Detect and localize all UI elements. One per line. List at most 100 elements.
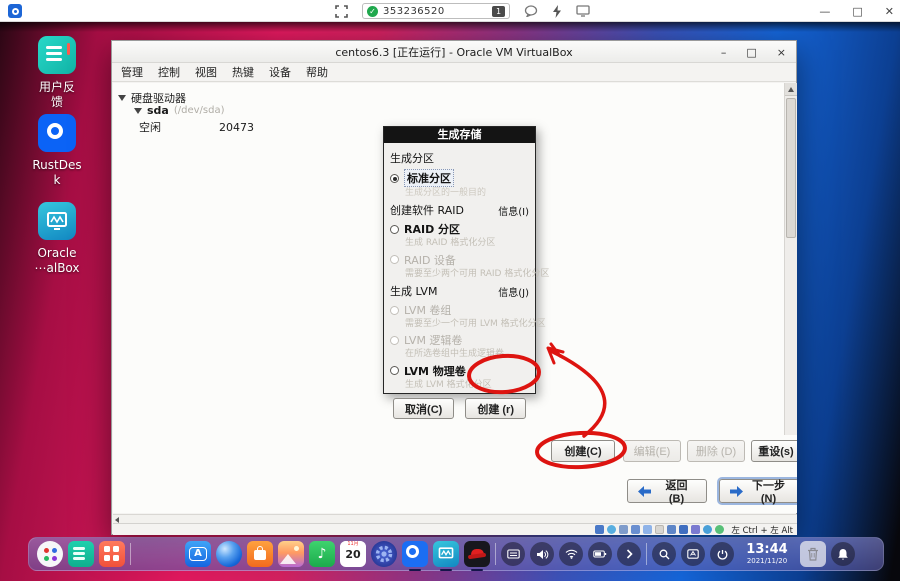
reset-button[interactable]: 重设(s): [751, 440, 797, 462]
launcher-icon[interactable]: [37, 541, 63, 567]
menu-hotkeys[interactable]: 热键: [232, 64, 254, 80]
radio-icon[interactable]: [390, 173, 399, 183]
window-titlebar[interactable]: centos6.3 [正在运行] - Oracle VM VirtualBox …: [112, 41, 796, 63]
search-tray-icon[interactable]: [652, 542, 676, 566]
browser-icon[interactable]: [216, 541, 242, 567]
notification-bell-icon[interactable]: [831, 542, 855, 566]
next-button[interactable]: 下一步 (N): [719, 479, 797, 505]
desktop-icon-virtualbox[interactable]: Oracle ⋯alBox: [18, 202, 96, 276]
vbox-maximize-button[interactable]: □: [746, 46, 756, 59]
display-icon[interactable]: [576, 5, 590, 17]
taskview-icon[interactable]: [68, 541, 94, 567]
vbox-close-button[interactable]: ×: [777, 46, 786, 59]
floppy-status-icon[interactable]: [619, 525, 629, 534]
remote-close-button[interactable]: ✕: [885, 5, 894, 18]
radio-lvm-physical-volume[interactable]: LVM 物理卷: [390, 363, 529, 379]
radio-icon[interactable]: [390, 224, 399, 234]
vm-redhat-window-icon[interactable]: [464, 541, 490, 571]
scroll-up-button[interactable]: [785, 83, 797, 96]
menu-control[interactable]: 控制: [158, 64, 180, 80]
app-grid-icon[interactable]: [99, 541, 125, 567]
clock[interactable]: 13:44 2021/11/20: [739, 543, 795, 565]
radio-label: LVM 物理卷: [404, 364, 466, 378]
input-method-tray-icon[interactable]: [681, 542, 705, 566]
radio-desc: 在所选卷组中生成逻辑卷: [405, 349, 505, 360]
create-button[interactable]: 创建(C): [551, 440, 615, 462]
radio-standard-partition[interactable]: 标准分区: [390, 169, 529, 187]
expander-icon[interactable]: [134, 107, 142, 114]
clock-time: 13:44: [746, 542, 788, 557]
expander-icon[interactable]: [118, 95, 126, 101]
fullscreen-icon[interactable]: [335, 4, 348, 18]
remote-maximize-button[interactable]: □: [852, 5, 862, 18]
session-id-box[interactable]: ✓ 353236520 1: [362, 3, 510, 19]
dock-separator: [130, 543, 131, 565]
expand-chevron-icon[interactable]: [617, 542, 641, 566]
scrollbar-thumb[interactable]: [786, 98, 796, 238]
music-icon[interactable]: ♪: [309, 541, 335, 567]
radio-label: RAID 设备: [404, 253, 456, 267]
section-create-partition: 生成分区: [390, 152, 434, 165]
menu-help[interactable]: 帮助: [306, 64, 328, 80]
rustdesk-dock-icon[interactable]: [402, 541, 428, 571]
virtualbox-dock-icon[interactable]: [433, 541, 459, 571]
tree-node-free[interactable]: 空闲 20473: [139, 119, 254, 135]
optical-disk-status-icon[interactable]: [607, 525, 617, 534]
keyboard-status-icon[interactable]: [715, 525, 725, 534]
radio-icon[interactable]: [390, 366, 399, 376]
calendar-icon[interactable]: 11月 20: [340, 541, 366, 567]
wifi-tray-icon[interactable]: [559, 542, 583, 566]
battery-tray-icon[interactable]: [588, 542, 612, 566]
desktop-icon-rustdesk[interactable]: RustDes k: [18, 114, 96, 188]
vbox-minimize-button[interactable]: –: [721, 46, 727, 59]
virtualbox-monitor-icon: [38, 202, 76, 240]
chat-icon[interactable]: [524, 5, 538, 17]
remote-minimize-button[interactable]: —: [819, 5, 830, 18]
menu-devices[interactable]: 设备: [269, 64, 291, 80]
network-status-icon[interactable]: [643, 525, 653, 534]
hard-disk-status-icon[interactable]: [595, 525, 605, 534]
mouse-status-icon[interactable]: [703, 525, 713, 534]
trash-icon[interactable]: [800, 541, 826, 567]
display-status-icon[interactable]: [679, 525, 689, 534]
raid-info-link[interactable]: 信息(I): [498, 203, 529, 218]
power-tray-icon[interactable]: [710, 542, 734, 566]
radio-raid-device: RAID 设备: [390, 252, 529, 268]
volume-tray-icon[interactable]: [530, 542, 554, 566]
recording-status-icon[interactable]: [691, 525, 701, 534]
menu-machine[interactable]: 管理: [121, 64, 143, 80]
audio-status-icon[interactable]: [631, 525, 641, 534]
settings-gear-icon[interactable]: [371, 541, 397, 567]
radio-icon: [390, 335, 399, 345]
feedback-chat-icon: [38, 36, 76, 74]
dock: A ♪ 11月 20 13:44 2021/11/20: [28, 537, 884, 571]
virtualbox-window: centos6.3 [正在运行] - Oracle VM VirtualBox …: [111, 40, 797, 536]
dialog-cancel-button[interactable]: 取消(C): [393, 398, 455, 420]
actions-lightning-icon[interactable]: [552, 4, 562, 18]
session-id: 353236520: [383, 5, 445, 17]
dialog-create-button[interactable]: 创建 (r): [465, 398, 526, 420]
photos-icon[interactable]: [278, 541, 304, 567]
menu-view[interactable]: 视图: [195, 64, 217, 80]
radio-desc: 生成分区的一般目的: [405, 188, 487, 198]
clock-date: 2021/11/20: [746, 557, 788, 565]
back-arrow-icon: [638, 485, 651, 497]
keyboard-tray-icon[interactable]: [501, 542, 525, 566]
back-button[interactable]: 返回 (B): [627, 479, 707, 505]
radio-raid-partition[interactable]: RAID 分区: [390, 221, 529, 237]
usb-status-icon[interactable]: [655, 525, 665, 534]
tree-free-size: 20473: [219, 120, 254, 134]
shared-folders-status-icon[interactable]: [667, 525, 677, 534]
radio-desc: 需要至少一个可用 LVM 格式化分区: [405, 319, 546, 330]
vm-horizontal-scrollbar[interactable]: [113, 514, 797, 523]
desktop-icon-feedback[interactable]: 用户反 馈: [18, 36, 96, 110]
radio-lvm-logical-volume: LVM 逻辑卷: [390, 332, 529, 348]
lvm-info-link[interactable]: 信息(J): [498, 284, 529, 299]
list-scrollbar[interactable]: [784, 83, 797, 435]
dock-separator: [495, 543, 496, 565]
calendar-day: 20: [345, 548, 361, 561]
app-store-icon[interactable]: [247, 541, 273, 567]
radio-desc: 生成 LVM 格式化分区: [405, 379, 492, 390]
tree-node-sda[interactable]: sda (/dev/sda): [134, 104, 225, 117]
security-center-icon[interactable]: A: [185, 541, 211, 567]
